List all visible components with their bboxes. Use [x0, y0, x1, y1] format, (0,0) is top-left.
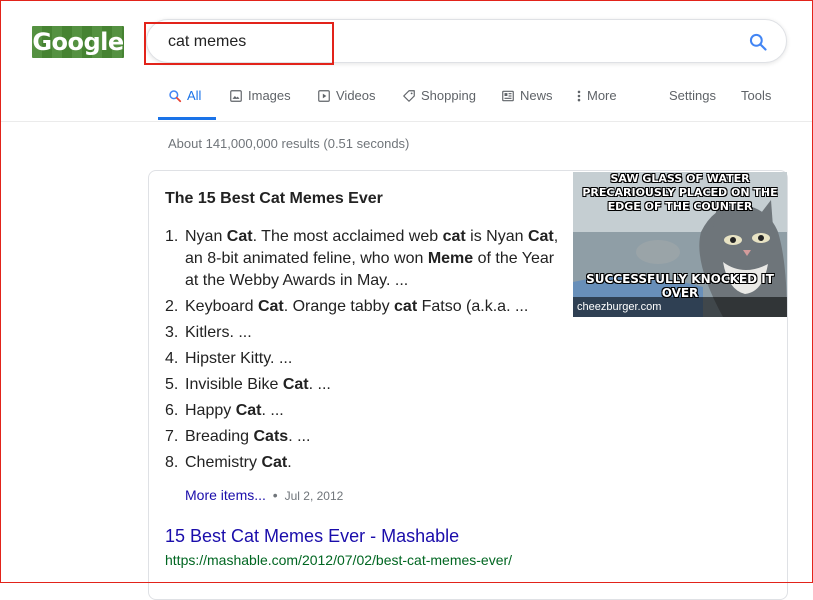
snippet-list-item: 8. Chemistry Cat. [165, 452, 565, 474]
list-item-number: 4. [165, 350, 179, 367]
list-item-number: 7. [165, 428, 179, 445]
list-item-text: Hipster Kitty. ... [185, 350, 293, 367]
snippet-list-item: 6. Happy Cat. ... [165, 400, 565, 422]
newspaper-icon [502, 90, 514, 101]
result-title-link[interactable]: 15 Best Cat Memes Ever - Mashable [165, 526, 459, 547]
snippet-image[interactable]: Saw glass of water precariously placed o… [573, 172, 787, 317]
tab-videos[interactable]: Videos [317, 88, 376, 103]
list-item-text: Happy Cat. ... [185, 402, 284, 419]
tab-label: News [520, 88, 553, 103]
image-source-label: cheezburger.com [573, 297, 787, 317]
meme-caption-bottom: Successfully knocked it over [586, 272, 774, 300]
list-item-number: 2. [165, 298, 179, 315]
list-item-text: Kitlers. ... [185, 324, 252, 341]
tab-label: All [187, 88, 202, 103]
tools-link[interactable]: Tools [741, 88, 771, 103]
snippet-list-item: 4. Hipster Kitty. ... [165, 348, 565, 370]
list-item-number: 5. [165, 376, 179, 393]
tools-label: Tools [741, 88, 772, 103]
search-icon[interactable] [748, 32, 768, 52]
list-item-number: 6. [165, 402, 179, 419]
settings-link[interactable]: Settings [669, 88, 716, 103]
tab-images[interactable]: Images [229, 88, 291, 103]
annotation-highlight-box [144, 22, 334, 65]
tab-label: Shopping [421, 88, 476, 103]
more-items-row: More items... • Jul 2, 2012 [185, 487, 343, 503]
meme-caption-top: Saw glass of water precariously placed o… [582, 172, 778, 213]
list-item-text: Chemistry Cat. [185, 454, 292, 471]
play-icon [318, 89, 330, 102]
image-icon [230, 89, 242, 102]
separator-dot: • [272, 487, 278, 503]
active-tab-indicator [158, 117, 216, 120]
list-item-number: 1. [165, 228, 179, 245]
settings-label: Settings [669, 88, 716, 103]
tab-news[interactable]: News [501, 88, 553, 103]
snippet-date: Jul 2, 2012 [284, 489, 344, 503]
snippet-list-item: 5. Invisible Bike Cat. ... [165, 374, 565, 396]
result-stats: About 141,000,000 results (0.51 seconds) [168, 136, 410, 151]
snippet-list-item: 7. Breading Cats. ... [165, 426, 565, 448]
tag-icon [403, 89, 415, 102]
search-icon [169, 89, 182, 102]
tab-shopping[interactable]: Shopping [402, 88, 476, 103]
list-item-text: Invisible Bike Cat. ... [185, 376, 331, 393]
tab-label: Images [248, 88, 291, 103]
snippet-title: The 15 Best Cat Memes Ever [165, 190, 383, 207]
more-items-link[interactable]: More items... [185, 487, 266, 503]
logo-text: Google [32, 28, 124, 56]
snippet-list-item: 2. Keyboard Cat. Orange tabby cat Fatso (… [165, 296, 565, 318]
list-item-number: 3. [165, 324, 179, 341]
list-item-text: Keyboard Cat. Orange tabby cat Fatso (a.… [185, 298, 529, 315]
tab-label: More [587, 88, 617, 103]
list-item-text: Nyan Cat. The most acclaimed web cat is … [185, 228, 559, 289]
list-item-number: 8. [165, 454, 179, 471]
snippet-list-item: 1. Nyan Cat. The most acclaimed web cat i… [165, 226, 565, 292]
tab-all[interactable]: All [168, 88, 201, 103]
snippet-list-item: 3. Kitlers. ... [165, 322, 565, 344]
tabs-bar: All Images Videos Shopping News More Set… [0, 75, 813, 122]
result-url[interactable]: https://mashable.com/2012/07/02/best-cat… [165, 552, 512, 568]
google-logo[interactable]: Google [32, 26, 124, 58]
more-vert-icon [577, 90, 581, 101]
tab-more[interactable]: More [576, 88, 617, 103]
tab-label: Videos [336, 88, 376, 103]
snippet-list: 1. Nyan Cat. The most acclaimed web cat i… [165, 226, 565, 478]
list-item-text: Breading Cats. ... [185, 428, 311, 445]
